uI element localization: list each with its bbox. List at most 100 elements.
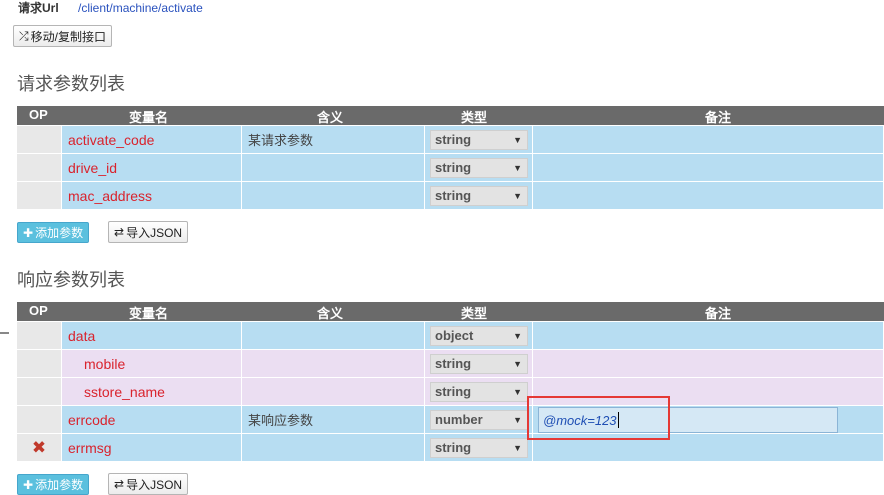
request-url-value[interactable]: /client/machine/activate bbox=[78, 1, 203, 15]
op-cell bbox=[17, 406, 62, 433]
type-select[interactable]: string ▼ bbox=[430, 185, 528, 206]
table-row: activate_code 某请求参数 string ▼ bbox=[17, 126, 884, 154]
col-type: 类型 bbox=[461, 306, 488, 321]
request-url-label: 请求Url bbox=[18, 1, 59, 15]
delete-icon[interactable]: ✖ bbox=[32, 439, 46, 456]
caret-down-icon: ▼ bbox=[513, 358, 522, 369]
request-params-table: OP 变量名 含义 类型 备注 activate_code 某请求参数 stri… bbox=[17, 106, 884, 210]
col-name: 变量名 bbox=[129, 110, 169, 125]
type-select[interactable]: string ▼ bbox=[430, 157, 528, 178]
param-note[interactable] bbox=[533, 350, 884, 377]
param-meaning[interactable] bbox=[242, 350, 425, 377]
swap-arrows-icon: ⇄ bbox=[114, 477, 125, 491]
op-cell bbox=[17, 154, 62, 181]
type-select[interactable]: object ▼ bbox=[430, 325, 528, 346]
param-meaning[interactable] bbox=[242, 182, 425, 209]
type-value: string bbox=[435, 132, 472, 147]
type-value: object bbox=[435, 328, 474, 343]
param-note[interactable] bbox=[533, 322, 884, 349]
request-url-line: 请求Url /client/machine/activate bbox=[18, 0, 203, 15]
response-table-header: OP 变量名 含义 类型 备注 bbox=[17, 302, 884, 321]
import-json-label: 导入JSON bbox=[126, 477, 183, 492]
response-params-title: 响应参数列表 bbox=[17, 270, 125, 291]
param-meaning[interactable] bbox=[242, 378, 425, 405]
table-row: data object ▼ bbox=[17, 322, 884, 350]
param-name[interactable]: data bbox=[62, 322, 242, 349]
type-cell: string ▼ bbox=[425, 378, 533, 405]
param-name[interactable]: mac_address bbox=[62, 182, 242, 209]
side-marker bbox=[0, 332, 9, 334]
caret-down-icon: ▼ bbox=[513, 190, 522, 201]
type-value: string bbox=[435, 188, 472, 203]
type-cell: string ▼ bbox=[425, 154, 533, 181]
param-meaning[interactable] bbox=[242, 434, 425, 461]
op-cell bbox=[17, 182, 62, 209]
type-cell: string ▼ bbox=[425, 182, 533, 209]
param-note[interactable] bbox=[533, 182, 884, 209]
col-type: 类型 bbox=[461, 110, 488, 125]
type-select[interactable]: string ▼ bbox=[430, 129, 528, 150]
col-op: OP bbox=[29, 107, 48, 122]
op-cell bbox=[17, 126, 62, 153]
caret-down-icon: ▼ bbox=[513, 442, 522, 453]
add-param-label: 添加参数 bbox=[35, 226, 84, 240]
col-meaning: 含义 bbox=[317, 306, 344, 321]
op-cell: ✖ bbox=[17, 434, 62, 461]
table-row: ✖ errmsg string ▼ bbox=[17, 434, 884, 462]
type-value: string bbox=[435, 384, 472, 399]
type-value: number bbox=[435, 412, 483, 427]
table-row: drive_id string ▼ bbox=[17, 154, 884, 182]
op-cell bbox=[17, 350, 62, 377]
type-select[interactable]: string ▼ bbox=[430, 381, 528, 402]
type-value: string bbox=[435, 440, 472, 455]
plus-icon: ✚ bbox=[23, 477, 34, 492]
param-meaning[interactable] bbox=[242, 154, 425, 181]
type-cell: string ▼ bbox=[425, 126, 533, 153]
type-select[interactable]: string ▼ bbox=[430, 437, 528, 458]
request-params-title: 请求参数列表 bbox=[17, 74, 125, 95]
response-params-table: OP 变量名 含义 类型 备注 data object ▼ mobile stri… bbox=[17, 302, 884, 462]
move-copy-button[interactable]: ⤮ 移动/复制接口 bbox=[13, 25, 112, 47]
col-note: 备注 bbox=[705, 110, 732, 125]
param-meaning[interactable] bbox=[242, 322, 425, 349]
param-note[interactable] bbox=[533, 126, 884, 153]
param-name[interactable]: errmsg bbox=[62, 434, 242, 461]
add-param-label: 添加参数 bbox=[35, 478, 84, 492]
param-note[interactable] bbox=[533, 154, 884, 181]
col-name: 变量名 bbox=[129, 306, 169, 321]
param-name[interactable]: errcode bbox=[62, 406, 242, 433]
caret-down-icon: ▼ bbox=[513, 134, 522, 145]
move-copy-label: 移动/复制接口 bbox=[30, 29, 106, 44]
op-cell bbox=[17, 322, 62, 349]
param-name[interactable]: mobile bbox=[62, 350, 242, 377]
type-cell: string ▼ bbox=[425, 434, 533, 461]
import-json-button[interactable]: ⇄ 导入JSON bbox=[108, 221, 189, 243]
param-meaning[interactable]: 某请求参数 bbox=[242, 126, 425, 153]
type-value: string bbox=[435, 356, 472, 371]
type-select[interactable]: number ▼ bbox=[430, 409, 528, 430]
param-name[interactable]: sstore_name bbox=[62, 378, 242, 405]
type-cell: number ▼ bbox=[425, 406, 533, 433]
plus-icon: ✚ bbox=[23, 225, 34, 240]
param-name[interactable]: activate_code bbox=[62, 126, 242, 153]
caret-down-icon: ▼ bbox=[513, 386, 522, 397]
col-meaning: 含义 bbox=[317, 110, 344, 125]
caret-down-icon: ▼ bbox=[513, 330, 522, 341]
table-row: sstore_name string ▼ bbox=[17, 378, 884, 406]
param-meaning[interactable]: 某响应参数 bbox=[242, 406, 425, 433]
request-table-header: OP 变量名 含义 类型 备注 bbox=[17, 106, 884, 125]
table-row: mobile string ▼ bbox=[17, 350, 884, 378]
add-request-param-button[interactable]: ✚ 添加参数 bbox=[17, 222, 90, 243]
type-value: string bbox=[435, 160, 472, 175]
import-json-label: 导入JSON bbox=[126, 225, 183, 240]
table-row: mac_address string ▼ bbox=[17, 182, 884, 210]
add-response-param-button[interactable]: ✚ 添加参数 bbox=[17, 474, 90, 495]
type-cell: string ▼ bbox=[425, 350, 533, 377]
type-select[interactable]: string ▼ bbox=[430, 353, 528, 374]
op-cell bbox=[17, 378, 62, 405]
type-cell: object ▼ bbox=[425, 322, 533, 349]
import-json-button[interactable]: ⇄ 导入JSON bbox=[108, 473, 189, 495]
col-note: 备注 bbox=[705, 306, 732, 321]
param-name[interactable]: drive_id bbox=[62, 154, 242, 181]
highlight-box bbox=[527, 396, 670, 440]
